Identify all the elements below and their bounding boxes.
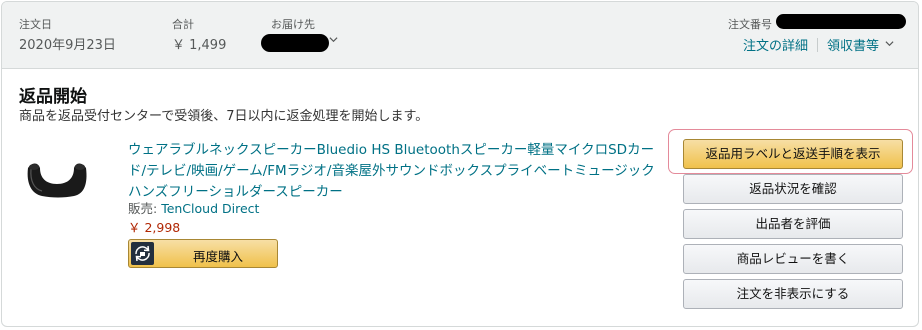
order-total: ￥ 1,499 xyxy=(172,38,227,53)
order-card: 注文日 2020年9月23日 合計 ￥ 1,499 お届け先 注文番号 注文の詳… xyxy=(1,1,919,327)
seller-link[interactable]: TenCloud Direct xyxy=(161,201,259,216)
order-header: 注文日 2020年9月23日 合計 ￥ 1,499 お届け先 注文番号 注文の詳… xyxy=(2,2,918,69)
product-price: ￥ 2,998 xyxy=(128,220,181,235)
link-separator xyxy=(816,37,818,52)
seller-line: 販売: TenCloud Direct xyxy=(128,198,259,217)
section-subtitle: 商品を返品受付センターで受領後、7日以内に返金処理を開始します。 xyxy=(19,109,429,124)
order-details-link[interactable]: 注文の詳細 xyxy=(743,35,808,54)
order-header-links: 注文の詳細 領収書等 xyxy=(743,35,894,54)
buy-again-label: 再度購入 xyxy=(192,249,243,264)
ship-to-name-redacted[interactable] xyxy=(261,34,329,52)
seller-label: 販売: xyxy=(128,201,162,216)
rebuy-icon xyxy=(131,242,154,265)
hide-order-button[interactable]: 注文を非表示にする xyxy=(683,279,903,309)
chevron-down-icon[interactable] xyxy=(329,35,338,47)
total-label: 合計 xyxy=(172,18,194,31)
section-title: 返品開始 xyxy=(19,87,87,107)
order-date-label: 注文日 xyxy=(19,18,52,31)
ship-to-label: お届け先 xyxy=(271,18,315,31)
buy-again-button[interactable]: 再度購入 xyxy=(128,239,278,268)
product-image[interactable] xyxy=(22,154,92,204)
product-title-link[interactable]: ウェアラブルネックスピーカーBluedio HS Bluetoothスピーカー軽… xyxy=(128,140,658,203)
chevron-down-icon[interactable] xyxy=(885,37,894,52)
order-number-redacted xyxy=(776,14,906,29)
order-date: 2020年9月23日 xyxy=(19,38,116,53)
order-number-label: 注文番号 xyxy=(728,18,772,31)
return-label-button[interactable]: 返品用ラベルと返送手順を表示 xyxy=(683,139,903,169)
rate-seller-button[interactable]: 出品者を評価 xyxy=(683,209,903,239)
return-status-button[interactable]: 返品状況を確認 xyxy=(683,174,903,204)
write-review-button[interactable]: 商品レビューを書く xyxy=(683,244,903,274)
invoice-link[interactable]: 領収書等 xyxy=(827,35,879,54)
